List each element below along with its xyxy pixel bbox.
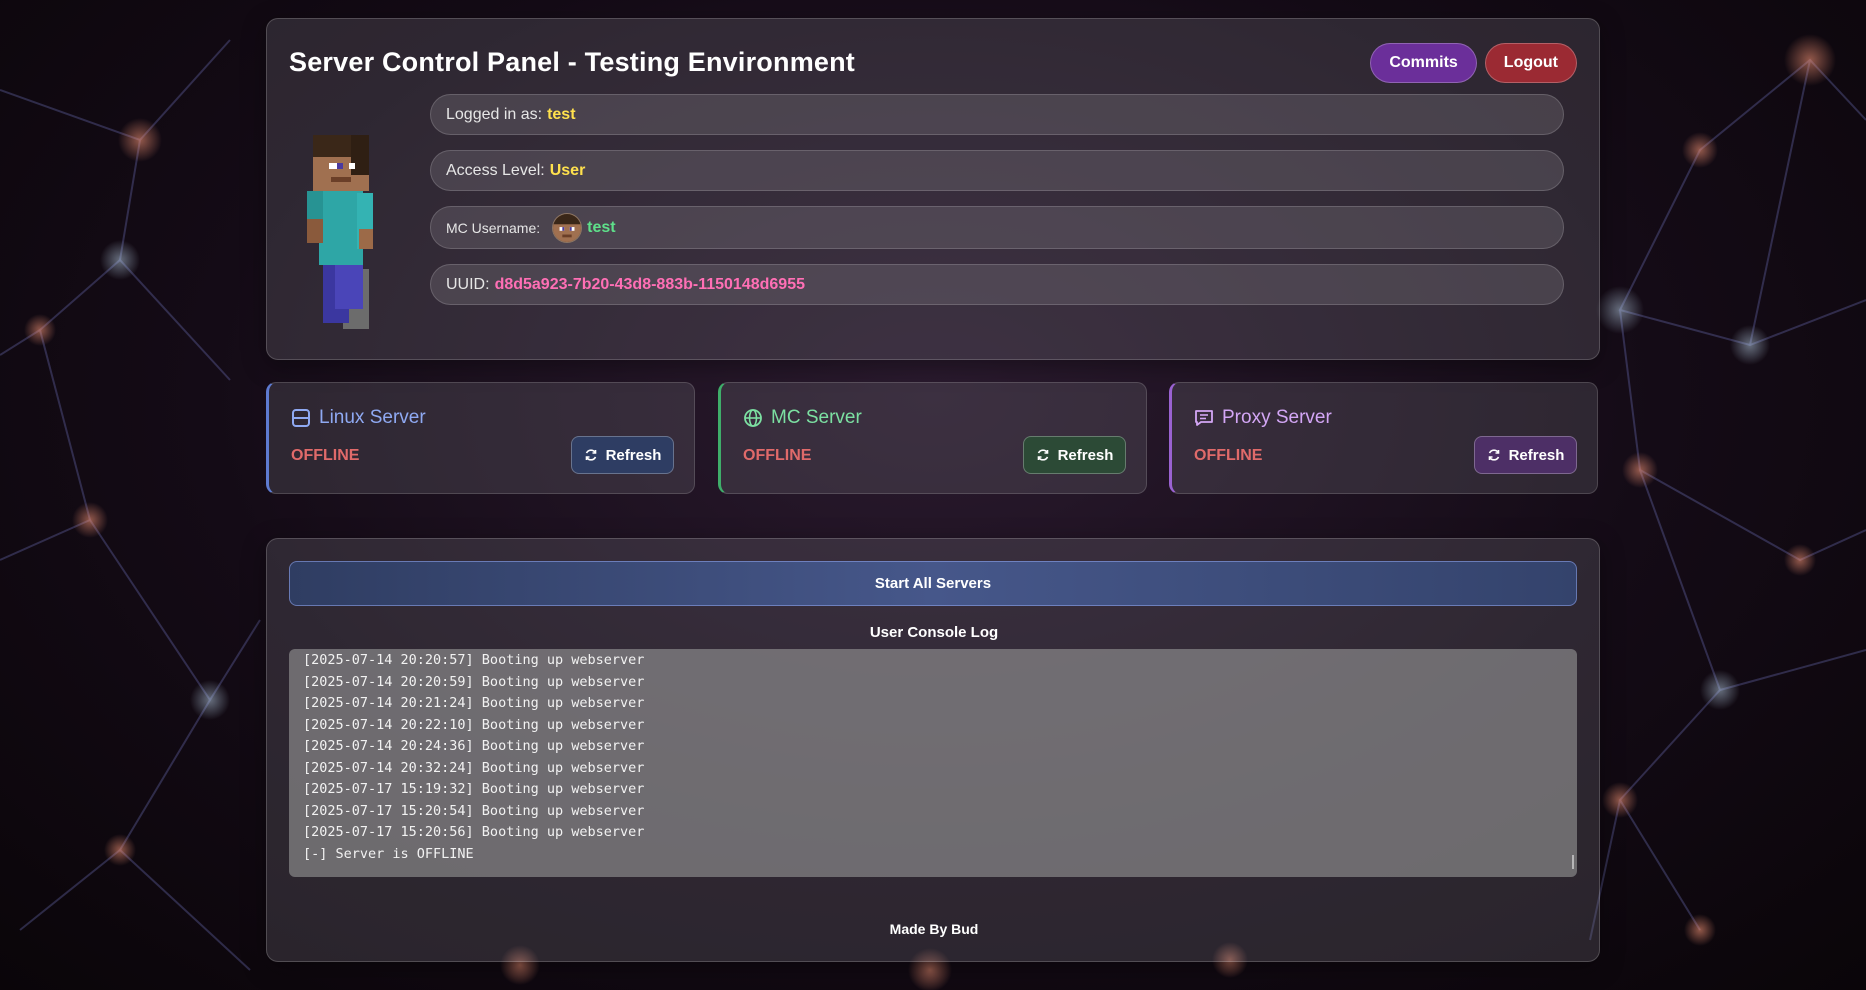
server-card-header: Proxy Server	[1194, 407, 1332, 429]
access-level-label: Access Level:	[446, 161, 545, 179]
globe-icon	[744, 409, 762, 427]
mc-username-row: MC Username: test	[430, 206, 1564, 249]
profile-panel: Server Control Panel - Testing Environme…	[266, 18, 1600, 360]
server-status: OFFLINE	[291, 447, 360, 464]
server-name: Linux Server	[319, 407, 426, 428]
refresh-icon	[1488, 449, 1499, 461]
console-line: [2025-07-14 20:21:24] Booting up webserv…	[303, 695, 645, 711]
console-line: [-] Server is OFFLINE	[303, 845, 474, 862]
refresh-mc-button[interactable]: Refresh	[1023, 436, 1126, 474]
refresh-linux-button[interactable]: Refresh	[571, 436, 674, 474]
console-line: [2025-07-17 15:20:56] Booting up webserv…	[303, 824, 645, 840]
server-card-header: Linux Server	[291, 407, 426, 429]
server-cards: Linux Server OFFLINE Refresh MC Server O…	[266, 382, 1600, 494]
access-level-value: User	[549, 161, 586, 179]
console-line: [2025-07-17 15:20:54] Booting up webserv…	[303, 802, 645, 819]
player-head-icon	[552, 212, 583, 243]
server-status: OFFLINE	[743, 447, 812, 464]
logged-in-row: Logged in as: test	[430, 94, 1564, 135]
header-actions: Commits Logout	[1370, 43, 1577, 83]
refresh-proxy-button[interactable]: Refresh	[1474, 436, 1577, 474]
minecraft-skin-avatar	[307, 135, 373, 329]
main-container: Server Control Panel - Testing Environme…	[266, 18, 1600, 962]
server-name: MC Server	[771, 407, 862, 428]
console-line: [2025-07-14 20:22:10] Booting up webserv…	[303, 716, 645, 733]
refresh-label: Refresh	[1508, 446, 1565, 464]
server-name: Proxy Server	[1222, 407, 1332, 428]
console-scrollbar[interactable]	[1572, 855, 1574, 869]
mc-username-value: test	[587, 218, 616, 236]
commits-button[interactable]: Commits	[1370, 43, 1477, 83]
uuid-value: d8d5a923-7b20-43d8-883b-1150148d6955	[494, 275, 805, 293]
refresh-label: Refresh	[605, 446, 662, 464]
mc-username-label: MC Username:	[446, 219, 541, 236]
uuid-label: UUID:	[446, 275, 490, 293]
server-card-linux: Linux Server OFFLINE Refresh	[266, 382, 695, 494]
message-icon	[1195, 410, 1213, 426]
refresh-icon	[1037, 449, 1048, 461]
server-card-proxy: Proxy Server OFFLINE Refresh	[1169, 382, 1598, 494]
control-panel: Start All Servers User Console Log [2025…	[266, 538, 1600, 962]
console-line: [2025-07-17 15:19:32] Booting up webserv…	[303, 781, 645, 797]
access-level-row: Access Level: User	[430, 150, 1564, 191]
refresh-icon	[585, 449, 596, 461]
footer-credit: Made By Bud	[889, 921, 979, 937]
refresh-label: Refresh	[1057, 446, 1114, 464]
server-card-mc: MC Server OFFLINE Refresh	[718, 382, 1147, 494]
logout-button[interactable]: Logout	[1484, 43, 1577, 83]
page-title: Server Control Panel - Testing Environme…	[289, 47, 855, 77]
console-line: [2025-07-14 20:20:57] Booting up webserv…	[303, 652, 645, 668]
logged-in-username: test	[547, 105, 576, 123]
server-status: OFFLINE	[1194, 447, 1263, 464]
console-line: [2025-07-14 20:24:36] Booting up webserv…	[303, 738, 645, 754]
server-icon	[292, 409, 310, 427]
console-log-title: User Console Log	[869, 624, 999, 641]
logged-in-label: Logged in as:	[446, 105, 543, 123]
start-all-servers-button[interactable]: Start All Servers	[289, 561, 1577, 606]
console-line: [2025-07-14 20:20:59] Booting up webserv…	[303, 673, 645, 690]
server-card-header: MC Server	[743, 407, 862, 429]
console-log[interactable]: [2025-07-14 20:20:57] Booting up webserv…	[289, 649, 1577, 877]
uuid-row: UUID: d8d5a923-7b20-43d8-883b-1150148d69…	[430, 264, 1564, 305]
console-line: [2025-07-14 20:32:24] Booting up webserv…	[303, 759, 645, 776]
